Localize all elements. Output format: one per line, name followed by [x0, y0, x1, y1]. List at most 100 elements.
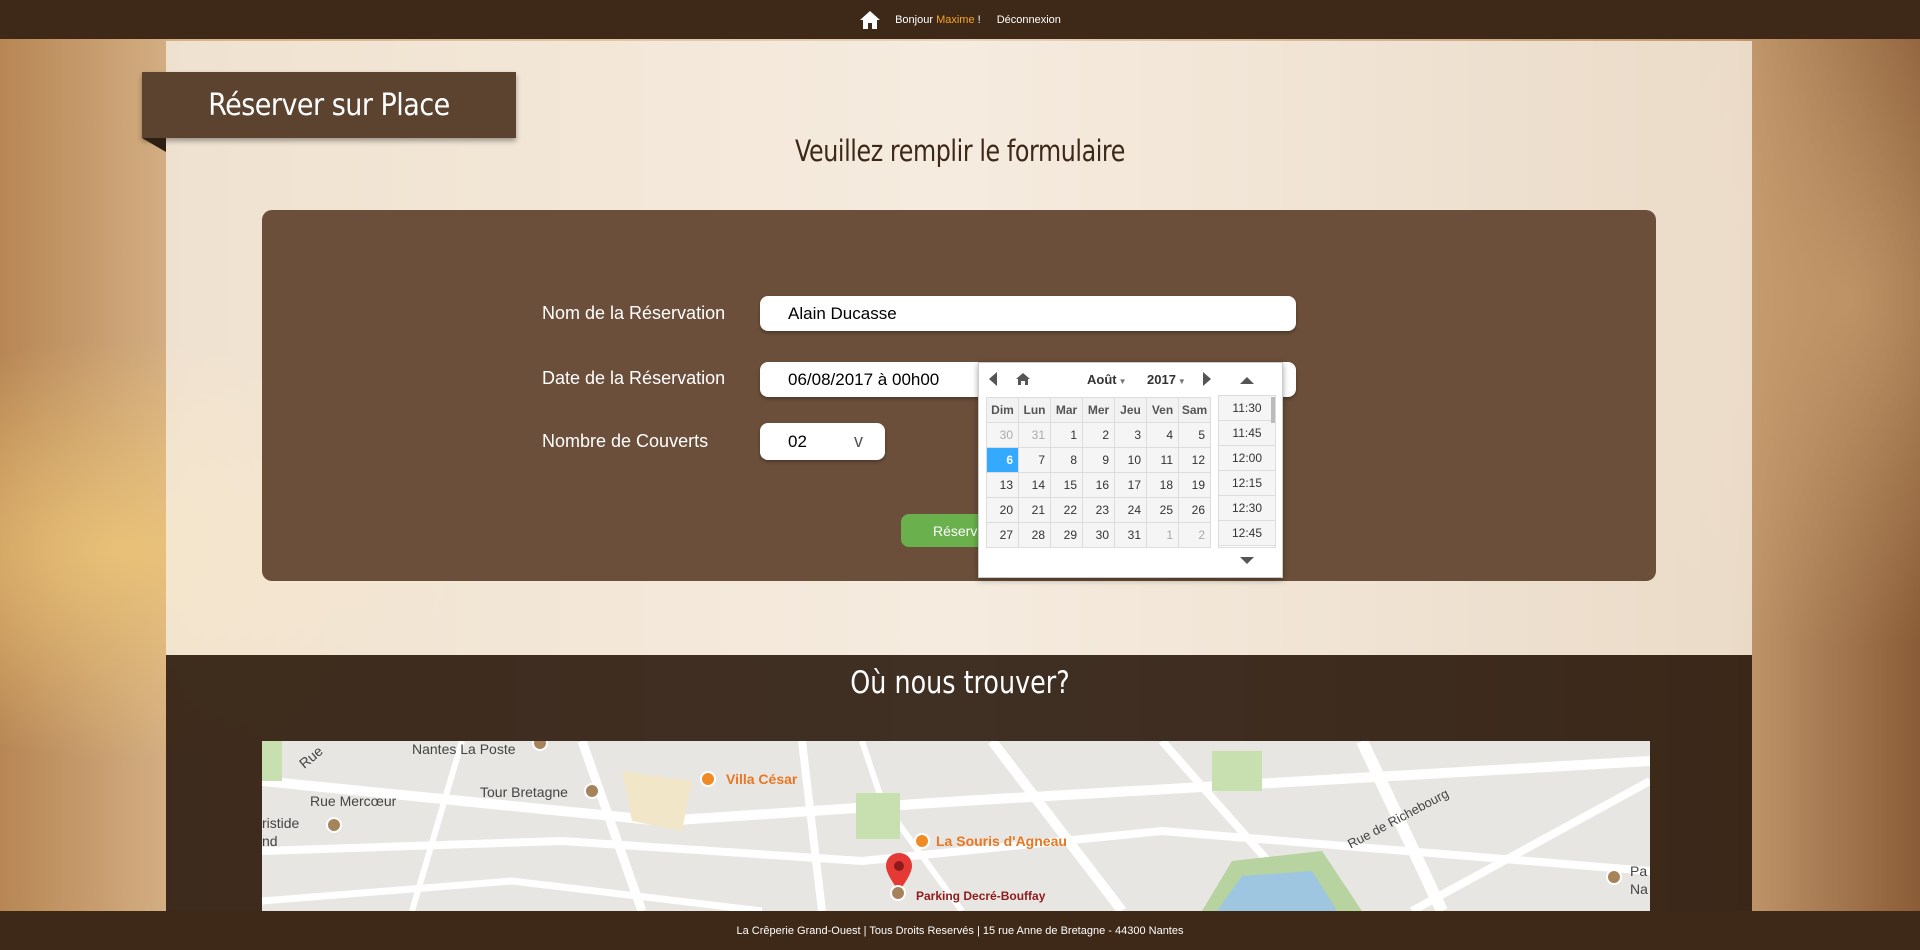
- calendar-grid: Dim Lun Mar Mer Jeu Ven Sam 30 31 1 2 3 4 5 6 7 8 9 10 11 1…: [986, 397, 1211, 548]
- calendar-day[interactable]: 12: [1178, 447, 1211, 473]
- time-option[interactable]: 12:15: [1219, 471, 1275, 496]
- footer-text: La Crêperie Grand-Ouest | Tous Droits Re…: [736, 924, 1184, 937]
- calendar-day[interactable]: 30: [1082, 522, 1115, 548]
- username: Maxime: [936, 13, 975, 26]
- chevron-down-icon: v: [854, 431, 863, 451]
- name-label: Nom de la Réservation: [542, 303, 726, 323]
- calendar-day[interactable]: 31: [1018, 422, 1051, 448]
- map-streets: [262, 741, 1650, 911]
- covers-select[interactable]: 02 v: [760, 423, 885, 460]
- map-label-nantes-poste: Nantes La Poste: [412, 741, 516, 757]
- today-home-icon[interactable]: [1015, 372, 1031, 386]
- calendar-week: 20 21 22 23 24 25 26: [986, 497, 1211, 523]
- ribbon-fold: [142, 138, 166, 152]
- map-label-ristide: ristide: [262, 815, 300, 831]
- calendar-day[interactable]: 9: [1082, 447, 1115, 473]
- calendar-day[interactable]: 6: [986, 447, 1019, 473]
- calendar-day[interactable]: 15: [1050, 472, 1083, 498]
- picker-header: Août ▼ 2017 ▼: [987, 371, 1217, 387]
- calendar-day[interactable]: 16: [1082, 472, 1115, 498]
- weekday-header: Sam: [1178, 397, 1211, 423]
- calendar-day[interactable]: 2: [1082, 422, 1115, 448]
- calendar-day[interactable]: 30: [986, 422, 1019, 448]
- weekday-header: Ven: [1146, 397, 1179, 423]
- map-label-nd: nd: [262, 833, 278, 849]
- calendar-week: 6 7 8 9 10 11 12: [986, 447, 1211, 473]
- year-select[interactable]: 2017 ▼: [1147, 372, 1186, 387]
- calendar-day[interactable]: 14: [1018, 472, 1051, 498]
- calendar-week: 13 14 15 16 17 18 19: [986, 472, 1211, 498]
- location-title: Où nous trouver?: [850, 665, 1070, 701]
- weekday-header: Dim: [986, 397, 1019, 423]
- calendar-day[interactable]: 17: [1114, 472, 1147, 498]
- prev-month-icon[interactable]: [989, 372, 997, 386]
- parking-icon: [1606, 869, 1622, 885]
- covers-value: 02: [788, 431, 807, 451]
- weekday-header: Jeu: [1114, 397, 1147, 423]
- form-subtitle: Veuillez remplir le formulaire: [795, 134, 1125, 168]
- next-month-icon[interactable]: [1203, 372, 1211, 386]
- calendar-day[interactable]: 28: [1018, 522, 1051, 548]
- time-option[interactable]: 11:45: [1219, 421, 1275, 446]
- map-label-tour-bretagne: Tour Bretagne: [480, 784, 568, 800]
- footer: La Crêperie Grand-Ouest | Tous Droits Re…: [0, 911, 1920, 950]
- map-label-villa-cesar: Villa César: [726, 771, 798, 787]
- logout-link[interactable]: Déconnexion: [997, 14, 1061, 26]
- name-input[interactable]: Alain Ducasse: [760, 296, 1296, 331]
- calendar-day[interactable]: 5: [1178, 422, 1211, 448]
- calendar-day[interactable]: 31: [1114, 522, 1147, 548]
- calendar-day[interactable]: 23: [1082, 497, 1115, 523]
- month-select[interactable]: Août ▼: [1087, 372, 1127, 387]
- calendar-day[interactable]: 18: [1146, 472, 1179, 498]
- calendar-day[interactable]: 26: [1178, 497, 1211, 523]
- time-scroll-down-icon[interactable]: [1240, 557, 1254, 564]
- calendar-day[interactable]: 27: [986, 522, 1019, 548]
- calendar-day[interactable]: 1: [1146, 522, 1179, 548]
- calendar-day[interactable]: 11: [1146, 447, 1179, 473]
- map[interactable]: Nantes La Poste Villa César Tour Bretagn…: [262, 741, 1650, 911]
- time-scrollbar[interactable]: [1271, 397, 1275, 423]
- school-icon: [326, 817, 342, 833]
- restaurant-icon: [914, 833, 930, 849]
- calendar-day[interactable]: 13: [986, 472, 1019, 498]
- calendar-day[interactable]: 7: [1018, 447, 1051, 473]
- weekday-header: Lun: [1018, 397, 1051, 423]
- calendar-day[interactable]: 3: [1114, 422, 1147, 448]
- calendar-day[interactable]: 22: [1050, 497, 1083, 523]
- map-label-na: Na: [1630, 881, 1648, 897]
- home-icon[interactable]: [859, 10, 881, 30]
- calendar-day[interactable]: 19: [1178, 472, 1211, 498]
- calendar-day[interactable]: 10: [1114, 447, 1147, 473]
- poi-marker-icon: [584, 783, 600, 799]
- restaurant-icon: [700, 771, 716, 787]
- calendar-day[interactable]: 4: [1146, 422, 1179, 448]
- page-title-ribbon: Réserver sur Place: [142, 72, 516, 138]
- calendar-week: 30 31 1 2 3 4 5: [986, 422, 1211, 448]
- time-scroll-up-icon[interactable]: [1240, 377, 1254, 384]
- page-title: Réserver sur Place: [208, 87, 450, 123]
- date-label: Date de la Réservation: [542, 368, 726, 388]
- map-label-rue-mercoeur: Rue Mercœur: [310, 793, 397, 809]
- calendar-day[interactable]: 29: [1050, 522, 1083, 548]
- map-label-parking: Parking Decré-Bouffay: [916, 889, 1046, 903]
- time-option[interactable]: 12:45: [1219, 521, 1275, 546]
- weekday-header: Mar: [1050, 397, 1083, 423]
- greeting-text: Bonjour Maxime !: [895, 13, 981, 26]
- time-list[interactable]: 11:30 11:45 12:00 12:15 12:30 12:45: [1218, 395, 1276, 548]
- calendar-day[interactable]: 25: [1146, 497, 1179, 523]
- time-option[interactable]: 11:30: [1219, 396, 1275, 421]
- calendar-day[interactable]: 21: [1018, 497, 1051, 523]
- calendar-day[interactable]: 24: [1114, 497, 1147, 523]
- calendar-week: 27 28 29 30 31 1 2: [986, 522, 1211, 548]
- calendar-day[interactable]: 1: [1050, 422, 1083, 448]
- time-option[interactable]: 12:00: [1219, 446, 1275, 471]
- calendar-day[interactable]: 2: [1178, 522, 1211, 548]
- time-option[interactable]: 12:30: [1219, 496, 1275, 521]
- parking-icon: [890, 885, 906, 901]
- calendar-day[interactable]: 8: [1050, 447, 1083, 473]
- weekday-header: Mer: [1082, 397, 1115, 423]
- map-label-pa: Pa: [1630, 863, 1648, 879]
- map-label-souris-agneau: La Souris d'Agneau: [936, 833, 1067, 849]
- covers-label: Nombre de Couverts: [542, 431, 709, 451]
- calendar-day[interactable]: 20: [986, 497, 1019, 523]
